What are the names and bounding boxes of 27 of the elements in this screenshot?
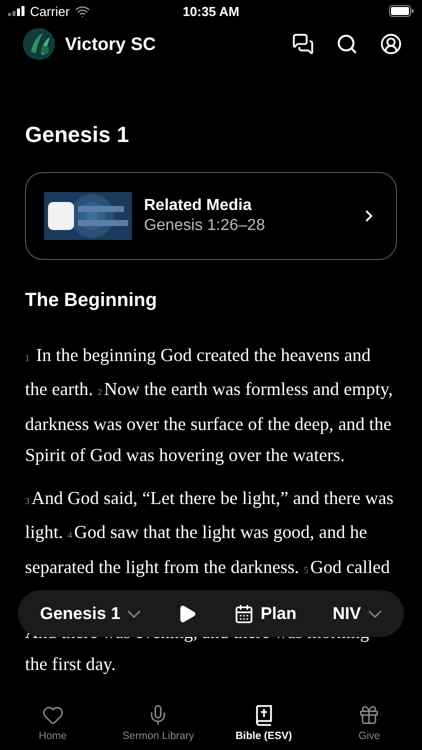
media-title: Related Media (144, 197, 253, 215)
clock-time: 10:35 AM (182, 4, 240, 18)
chevron-down-icon (368, 610, 382, 618)
plan-button[interactable]: Plan (234, 604, 297, 624)
tab-bar-item[interactable]: Sermon Library (106, 698, 211, 750)
section-heading: The Beginning (25, 290, 158, 312)
logo-icon (23, 28, 55, 60)
calendar-icon (234, 604, 254, 624)
app-title: Victory SC (65, 34, 157, 54)
chevron-down-icon (127, 610, 142, 618)
tab-bar-item[interactable]: Bible (ESV) (211, 698, 316, 750)
profile-icon[interactable] (380, 33, 402, 55)
search-icon[interactable] (336, 33, 358, 55)
heart-icon (42, 704, 64, 726)
gift-icon (358, 704, 380, 726)
wifi-icon (74, 4, 90, 18)
media-reference: Genesis 1:26–28 (144, 217, 266, 235)
version-dropdown[interactable]: NIV (332, 604, 382, 624)
chapter-dropdown[interactable]: Genesis 1 (40, 604, 142, 624)
chapter-title: Genesis 1 (25, 122, 130, 148)
carrier-name: Carrier (30, 4, 70, 18)
battery-icon (389, 5, 414, 17)
tab-bar-item[interactable]: Give (316, 698, 422, 750)
signal-icon (8, 6, 25, 16)
tab-bar-item[interactable]: Home (0, 698, 106, 750)
chat-icon[interactable] (292, 33, 314, 55)
related-media-card[interactable]: Related Media Genesis 1:26–28 (25, 172, 397, 260)
